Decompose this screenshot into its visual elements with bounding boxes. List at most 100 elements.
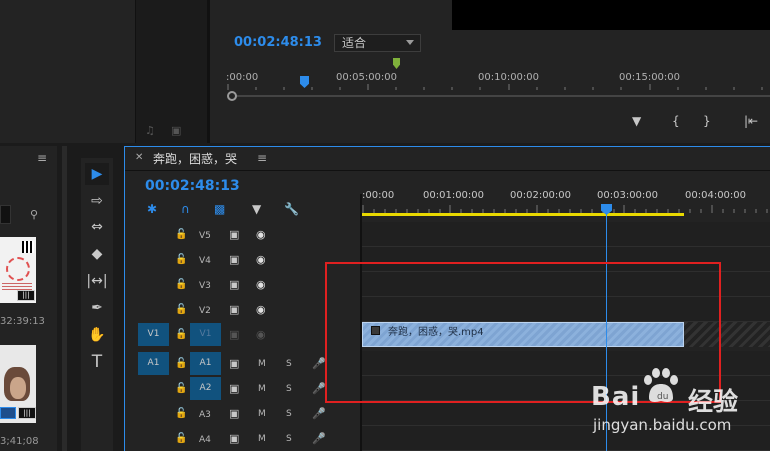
ripple-edit-tool-icon[interactable]: ⇔ xyxy=(85,216,109,238)
lock-icon[interactable]: 🔓 xyxy=(175,279,187,290)
timeline-ruler-label: 00:03:00:00 xyxy=(597,190,659,201)
mute-button[interactable]: M xyxy=(258,359,266,369)
close-icon[interactable]: ✕ xyxy=(135,152,143,163)
audio-badge-icon: ||| xyxy=(17,290,35,301)
lock-icon[interactable]: 🔓 xyxy=(175,254,187,265)
pen-tool-icon[interactable]: ✒ xyxy=(85,297,109,319)
nest-icon[interactable]: ✱ xyxy=(147,202,157,216)
snap-icon[interactable]: ∩ xyxy=(181,202,190,216)
source-patch-a1[interactable]: A1 xyxy=(138,352,169,375)
fit-dropdown[interactable]: 适合 xyxy=(334,34,421,52)
panel-menu-icon[interactable]: ≡ xyxy=(257,151,267,165)
sequence-tab[interactable]: 奔跑，困惑，哭 xyxy=(153,150,237,167)
solo-button[interactable]: S xyxy=(286,409,292,419)
lock-icon[interactable]: 🔓 xyxy=(175,408,187,419)
lock-icon[interactable]: 🔓 xyxy=(175,433,187,444)
paw-icon: du xyxy=(644,368,678,402)
program-zoom-handle[interactable] xyxy=(227,91,237,101)
source-patch-v1[interactable]: V1 xyxy=(138,323,169,346)
search-icon[interactable]: ⚲ xyxy=(30,208,38,221)
solo-button[interactable]: S xyxy=(286,384,292,394)
sync-lock-icon[interactable]: ▣ xyxy=(229,303,239,316)
project-scrollbar[interactable] xyxy=(62,146,67,451)
fit-dropdown-value: 适合 xyxy=(342,36,367,50)
eye-icon[interactable]: ◉ xyxy=(256,228,266,241)
timeline-time-ruler[interactable] xyxy=(362,205,770,213)
type-tool-icon[interactable]: T xyxy=(85,351,109,373)
video-badge-icon xyxy=(0,407,16,419)
lock-icon[interactable]: 🔓 xyxy=(175,229,187,240)
sync-lock-icon[interactable]: ▣ xyxy=(229,328,239,341)
mute-button[interactable]: M xyxy=(258,409,266,419)
track-name: V4 xyxy=(199,256,211,266)
microphone-icon[interactable]: 🎤 xyxy=(312,382,326,395)
lock-icon[interactable]: 🔓 xyxy=(175,329,187,340)
lock-icon[interactable]: 🔓 xyxy=(175,304,187,315)
mute-button[interactable]: M xyxy=(258,384,266,394)
track-name: A4 xyxy=(199,435,211,445)
track-lane-v5[interactable] xyxy=(362,222,770,247)
panel-menu-icon[interactable]: ≡ xyxy=(37,151,47,165)
lock-icon[interactable]: 🔓 xyxy=(175,358,187,369)
solo-button[interactable]: S xyxy=(286,359,292,369)
program-zoom-scrollbar[interactable] xyxy=(232,95,770,97)
timeline-ruler-label: :00:00 xyxy=(362,190,395,201)
microphone-icon[interactable]: 🎤 xyxy=(312,407,326,420)
track-name: V5 xyxy=(199,231,211,241)
track-select-tool-icon[interactable]: ⇨ xyxy=(85,190,109,212)
insert-icon[interactable]: ♫ xyxy=(145,124,155,137)
sync-lock-icon[interactable]: ▣ xyxy=(229,407,239,420)
chevron-down-icon xyxy=(406,40,414,45)
track-target-a2[interactable]: A2 xyxy=(190,377,221,400)
sync-lock-icon[interactable]: ▣ xyxy=(229,278,239,291)
timeline-timecode[interactable]: 00:02:48:13 xyxy=(145,178,240,194)
selection-tool-icon[interactable]: ▶ xyxy=(85,163,109,185)
source-monitor-panel xyxy=(0,0,136,143)
sync-lock-icon[interactable]: ▣ xyxy=(229,228,239,241)
project-item-duration: 3;41;08 xyxy=(0,436,39,447)
watermark-url: jingyan.baidu.com xyxy=(593,416,732,434)
eye-icon[interactable]: ◉ xyxy=(256,328,266,341)
qr-code-icon xyxy=(22,241,34,253)
mark-in-icon[interactable]: { xyxy=(672,114,680,128)
work-area-bar[interactable] xyxy=(362,213,684,216)
export-frame-icon[interactable]: ▣ xyxy=(171,124,181,137)
slip-tool-icon[interactable]: |↔| xyxy=(85,270,109,292)
linked-selection-icon[interactable]: ▩ xyxy=(214,202,225,216)
microphone-icon[interactable]: 🎤 xyxy=(312,357,326,370)
solo-button[interactable]: S xyxy=(286,434,292,444)
marker-icon[interactable]: ▼ xyxy=(252,202,261,216)
project-search-input[interactable] xyxy=(0,205,11,224)
timeline-ruler-label: 00:01:00:00 xyxy=(423,190,485,201)
program-ruler-label: 00:05:00:00 xyxy=(336,72,398,83)
program-timecode[interactable]: 00:02:48:13 xyxy=(234,35,322,50)
timeline-ruler-label: 00:04:00:00 xyxy=(685,190,747,201)
wrench-icon[interactable]: 🔧 xyxy=(284,202,299,216)
track-target-a1[interactable]: A1 xyxy=(190,352,221,375)
hand-tool-icon[interactable]: ✋ xyxy=(85,324,109,346)
go-to-in-icon[interactable]: |⇤ xyxy=(744,114,758,128)
sync-lock-icon[interactable]: ▣ xyxy=(229,432,239,445)
audio-badge-icon: ||| xyxy=(18,407,36,419)
program-ruler-label: :00:00 xyxy=(226,72,259,83)
watermark-brand-2: 经验 xyxy=(688,387,739,416)
svg-text:du: du xyxy=(657,392,668,402)
track-name: V3 xyxy=(199,281,211,291)
marker-icon[interactable]: ▼ xyxy=(632,114,641,128)
eye-icon[interactable]: ◉ xyxy=(256,253,266,266)
sync-lock-icon[interactable]: ▣ xyxy=(229,382,239,395)
mute-button[interactable]: M xyxy=(258,434,266,444)
timeline-ruler-label: 00:02:00:00 xyxy=(510,190,572,201)
sync-lock-icon[interactable]: ▣ xyxy=(229,253,239,266)
razor-tool-icon[interactable]: ◆ xyxy=(85,243,109,265)
eye-icon[interactable]: ◉ xyxy=(256,278,266,291)
lock-icon[interactable]: 🔓 xyxy=(175,383,187,394)
program-video-display xyxy=(452,0,770,30)
mark-out-icon[interactable]: } xyxy=(703,114,711,128)
eye-icon[interactable]: ◉ xyxy=(256,303,266,316)
microphone-icon[interactable]: 🎤 xyxy=(312,432,326,445)
watermark-brand: Bai xyxy=(591,382,641,412)
track-target-v1[interactable]: V1 xyxy=(190,323,221,346)
track-name: A3 xyxy=(199,410,211,420)
sync-lock-icon[interactable]: ▣ xyxy=(229,357,239,370)
